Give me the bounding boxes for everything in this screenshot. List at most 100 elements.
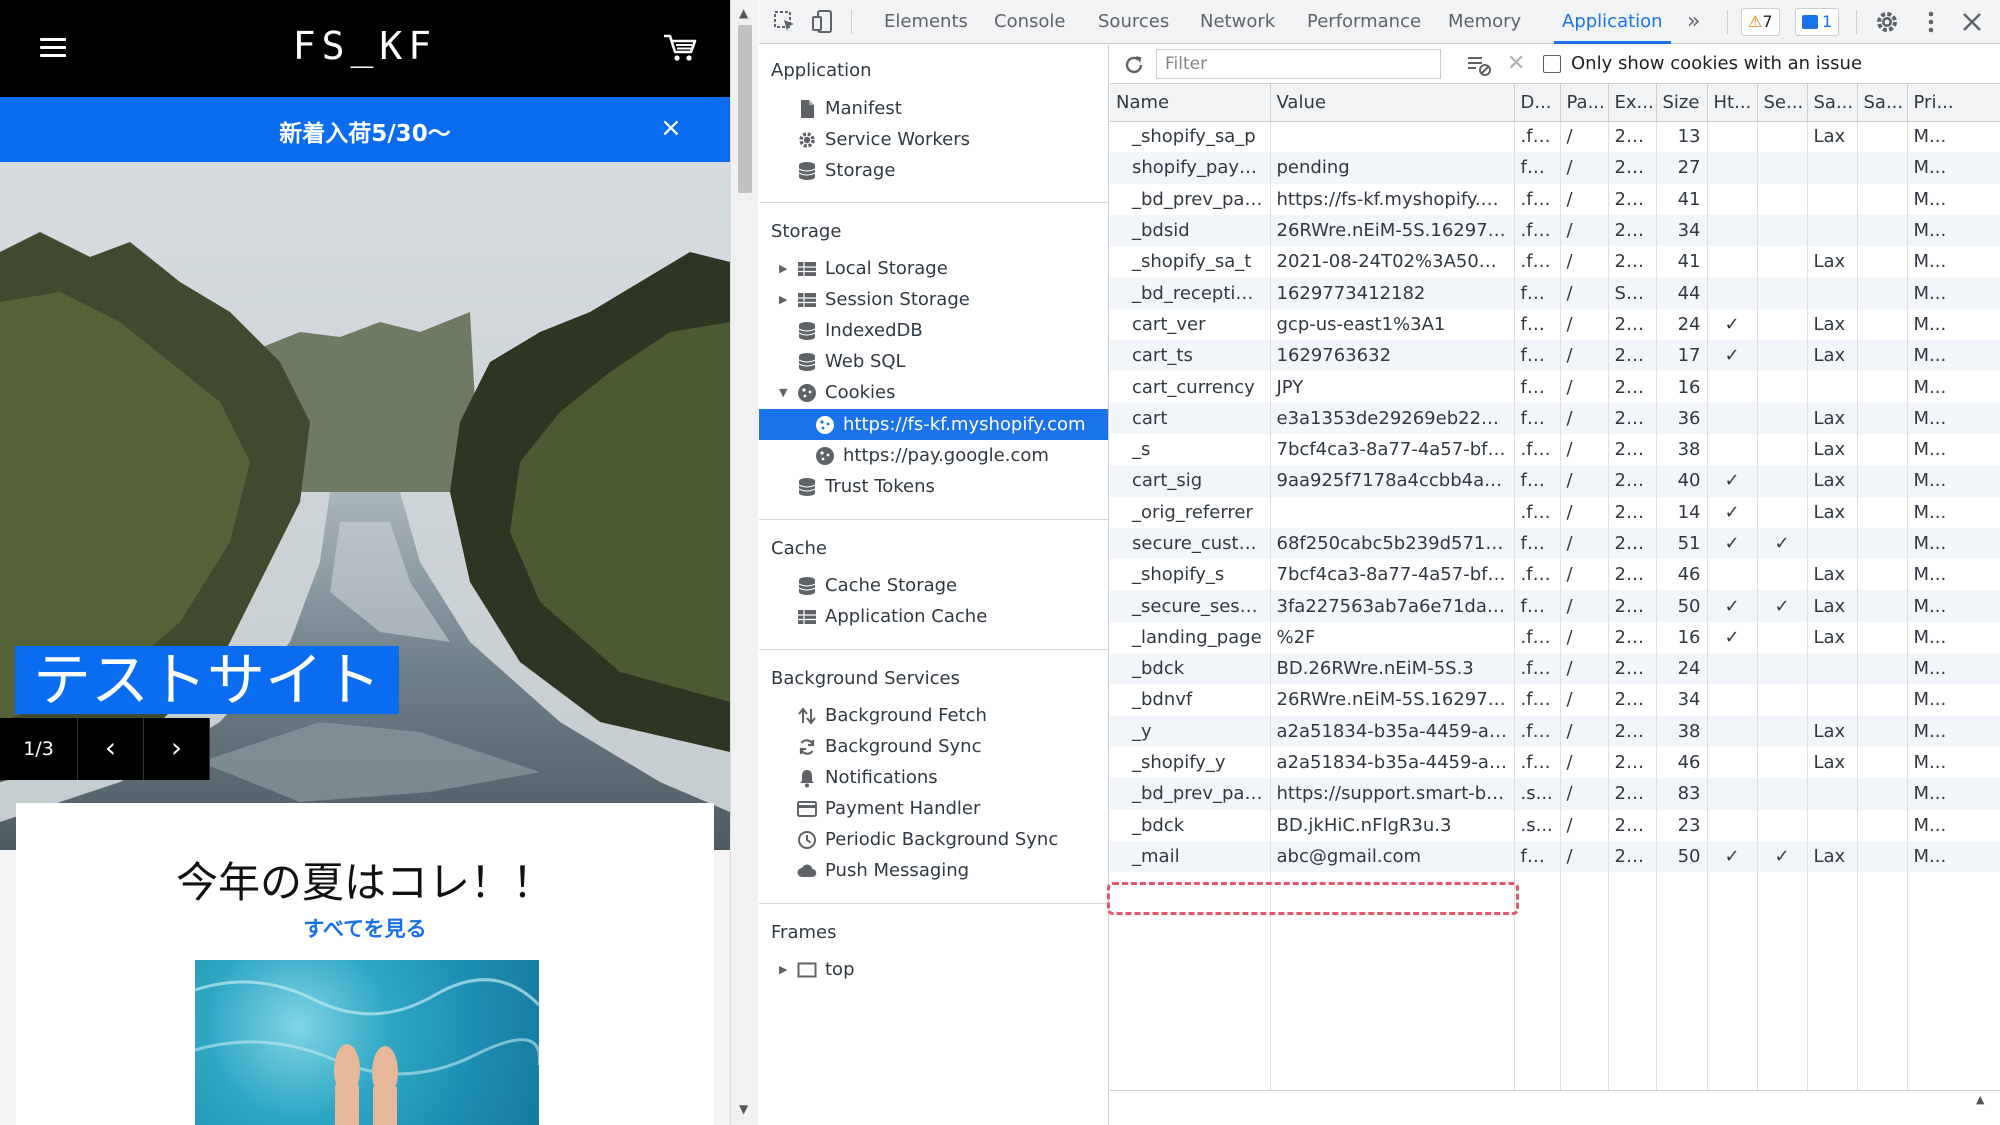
sidebar-item-frame-top[interactable]: ▶ top — [759, 954, 1108, 985]
column-header-path[interactable]: Pa... — [1560, 84, 1609, 122]
table-row[interactable]: _shopify_sa_p .fs-.../20...13 Lax M... — [1110, 121, 2000, 153]
close-icon[interactable] — [1959, 9, 1985, 35]
sidebar-item-local-storage[interactable]: ▶ Local Storage — [759, 253, 1108, 284]
table-row[interactable]: _bdck BD.26RWre.nEiM-5S.3 .fs.../20... 24 M.… — [1110, 653, 2000, 685]
tab-network[interactable]: Network — [1200, 0, 1275, 44]
scrollbar-thumb[interactable] — [738, 25, 752, 193]
warnings-badge[interactable]: ⚠7 — [1741, 8, 1780, 36]
table-row[interactable]: _bd_reception_... 1629773412182 fs-... / Se.… — [1110, 277, 2000, 309]
horizontal-scrollbar[interactable]: ▲ — [1110, 1090, 2000, 1125]
column-header-domain[interactable]: D... — [1514, 84, 1561, 122]
cell-secure — [1757, 277, 1808, 309]
table-row[interactable]: _secure_session...3fa227563ab7a6e71daed.… — [1110, 590, 2000, 622]
column-header-priority[interactable]: Pri... — [1907, 84, 2000, 122]
sidebar-item-session-storage[interactable]: ▶ Session Storage — [759, 284, 1108, 315]
cell-name: _y — [1110, 715, 1271, 747]
sidebar-item-trust-tokens[interactable]: Trust Tokens — [759, 471, 1108, 502]
messages-badge[interactable]: 1 — [1795, 8, 1840, 36]
column-header-secure[interactable]: Se... — [1757, 84, 1808, 122]
sidebar-item-periodic-background-sync[interactable]: Periodic Background Sync — [759, 824, 1108, 855]
table-row[interactable]: _bd_prev_page https://fs-kf.myshopify.co.… — [1110, 183, 2000, 215]
pool-feet-image[interactable] — [195, 960, 539, 1125]
table-row[interactable]: _mail abc@gmail.com fs-.../20... 50 ✓ ✓ Lax M..… — [1110, 840, 2000, 873]
table-row[interactable]: secure_custom... 68f250cabc5b239d57107...… — [1110, 527, 2000, 560]
sidebar-item-manifest[interactable]: Manifest — [759, 93, 1108, 124]
sidebar-item-application-cache[interactable]: Application Cache — [759, 601, 1108, 632]
cell-expires: 20... — [1608, 433, 1657, 466]
clear-all-cookies-icon[interactable]: ✕ — [1507, 51, 1525, 76]
column-header-httponly[interactable]: Ht... — [1707, 84, 1758, 122]
sidebar-item-cookie-origin-google-pay[interactable]: https://pay.google.com — [759, 440, 1108, 471]
close-icon[interactable]: × — [660, 115, 682, 141]
table-row[interactable]: _bdsid 26RWre.nEiM-5S.1629772... .fs.../20… — [1110, 214, 2000, 247]
table-row[interactable]: cart_ver gcp-us-east1%3A1 fs-.../20... 24 ✓ L… — [1110, 308, 2000, 341]
table-row[interactable]: _y a2a51834-b35a-4459-a03... .fs.../20... 3… — [1110, 715, 2000, 747]
cell-sameparty — [1857, 527, 1908, 560]
filter-input[interactable] — [1156, 49, 1441, 79]
table-row[interactable]: _shopify_s 7bcf4ca3-8a77-4a57-bfd6... .fs.… — [1110, 559, 2000, 591]
table-row[interactable]: _s 7bcf4ca3-8a77-4a57-bfd6... .fs.../20...… — [1110, 433, 2000, 466]
sidebar-item-cookies[interactable]: ▼ Cookies — [759, 377, 1108, 408]
column-header-size[interactable]: Size — [1656, 84, 1708, 122]
tab-performance[interactable]: Performance — [1307, 0, 1421, 44]
cart-icon[interactable] — [662, 32, 698, 64]
sidebar-item-web-sql[interactable]: Web SQL — [759, 346, 1108, 377]
slider-next-button[interactable]: › — [144, 718, 210, 780]
table-row[interactable]: _bd_prev_page https://support.smart-bda..… — [1110, 778, 2000, 810]
table-row[interactable]: cart_sig 9aa925f7178a4ccbb4afa7... fs-... /… — [1110, 465, 2000, 497]
table-row[interactable]: _bdnvf 26RWre.nEiM-5S.1629772... .fs.../20… — [1110, 684, 2000, 716]
sidebar-item-push-messaging[interactable]: Push Messaging — [759, 855, 1108, 886]
tab-console[interactable]: Console — [994, 0, 1065, 44]
cell-size: 34 — [1656, 684, 1708, 716]
column-header-name[interactable]: Name — [1110, 84, 1271, 122]
expand-arrow-icon[interactable]: ▶ — [779, 954, 787, 985]
sidebar-item-cookie-origin-fs-kf[interactable]: https://fs-kf.myshopify.com — [759, 409, 1108, 440]
sidebar-item-background-sync[interactable]: Background Sync — [759, 731, 1108, 762]
scroll-down-icon[interactable]: ▼ — [739, 1102, 748, 1116]
column-header-samesite[interactable]: Sa... — [1807, 84, 1858, 122]
gear-icon[interactable] — [1874, 9, 1900, 35]
sidebar-item-storage[interactable]: Storage — [759, 155, 1108, 186]
collapse-arrow-icon[interactable]: ▼ — [779, 377, 787, 408]
slider-prev-button[interactable]: ‹ — [78, 718, 144, 780]
table-row[interactable]: _shopify_sa_t 2021-08-24T02%3A50%3... .fs-… — [1110, 246, 2000, 278]
table-row[interactable]: cart e3a1353de29269eb2285d... fs-.../20...… — [1110, 402, 2000, 434]
tab-elements[interactable]: Elements — [884, 0, 968, 44]
column-header-value[interactable]: Value — [1270, 84, 1515, 122]
column-header-sameparty[interactable]: Sa... — [1857, 84, 1908, 122]
only-issues-checkbox[interactable] — [1543, 55, 1561, 73]
site-logo[interactable]: FS_KF — [0, 24, 730, 68]
table-row[interactable]: shopify_pay_re... pending fs-.../20... 27 M.… — [1110, 152, 2000, 184]
sidebar-item-payment-handler[interactable]: Payment Handler — [759, 793, 1108, 824]
clear-filtered-cookies-icon[interactable] — [1466, 53, 1492, 77]
sidebar-item-background-fetch[interactable]: Background Fetch — [759, 700, 1108, 731]
refresh-icon[interactable] — [1122, 53, 1146, 77]
page-scrollbar[interactable]: ▲ ▼ — [730, 0, 758, 1125]
table-row[interactable]: _landing_page %2F .fs.../20... 16 ✓ Lax M... — [1110, 621, 2000, 654]
scroll-up-icon[interactable]: ▲ — [1976, 1093, 1984, 1106]
tab-application[interactable]: Application — [1554, 0, 1671, 44]
tab-sources[interactable]: Sources — [1098, 0, 1169, 44]
table-row[interactable]: _bdck BD.jkHiC.nFlgR3u.3 .s.../20... 23 M... — [1110, 809, 2000, 841]
table-row[interactable]: cart_currency JPY fs-.../20... 16 M... — [1110, 371, 2000, 403]
cell-sameparty — [1857, 465, 1908, 497]
scroll-up-icon[interactable]: ▲ — [739, 6, 748, 20]
expand-arrow-icon[interactable]: ▶ — [779, 284, 787, 315]
inspect-element-icon[interactable] — [772, 9, 798, 35]
more-tabs-icon[interactable]: » — [1687, 0, 1700, 44]
view-all-link[interactable]: すべてを見る — [16, 913, 714, 943]
hero-title: テストサイト — [15, 646, 400, 714]
sidebar-item-service-workers[interactable]: Service Workers — [759, 124, 1108, 155]
kebab-menu-icon[interactable] — [1918, 9, 1944, 35]
table-row[interactable]: _shopify_y a2a51834-b35a-4459-a03... .fs..… — [1110, 746, 2000, 779]
tab-memory[interactable]: Memory — [1448, 0, 1521, 44]
sidebar-item-notifications[interactable]: Notifications — [759, 762, 1108, 793]
expand-arrow-icon[interactable]: ▶ — [779, 253, 787, 284]
column-header-expires[interactable]: Ex... — [1608, 84, 1657, 122]
device-toolbar-icon[interactable] — [810, 9, 836, 35]
sidebar-item-indexeddb[interactable]: IndexedDB — [759, 315, 1108, 346]
cell-secure — [1757, 778, 1808, 810]
table-row[interactable]: _orig_referrer .fs.../20... 14 ✓ Lax M... — [1110, 496, 2000, 528]
sidebar-item-cache-storage[interactable]: Cache Storage — [759, 570, 1108, 601]
table-row[interactable]: cart_ts 1629763632 fs-.../20... 17 ✓ Lax M... — [1110, 340, 2000, 372]
